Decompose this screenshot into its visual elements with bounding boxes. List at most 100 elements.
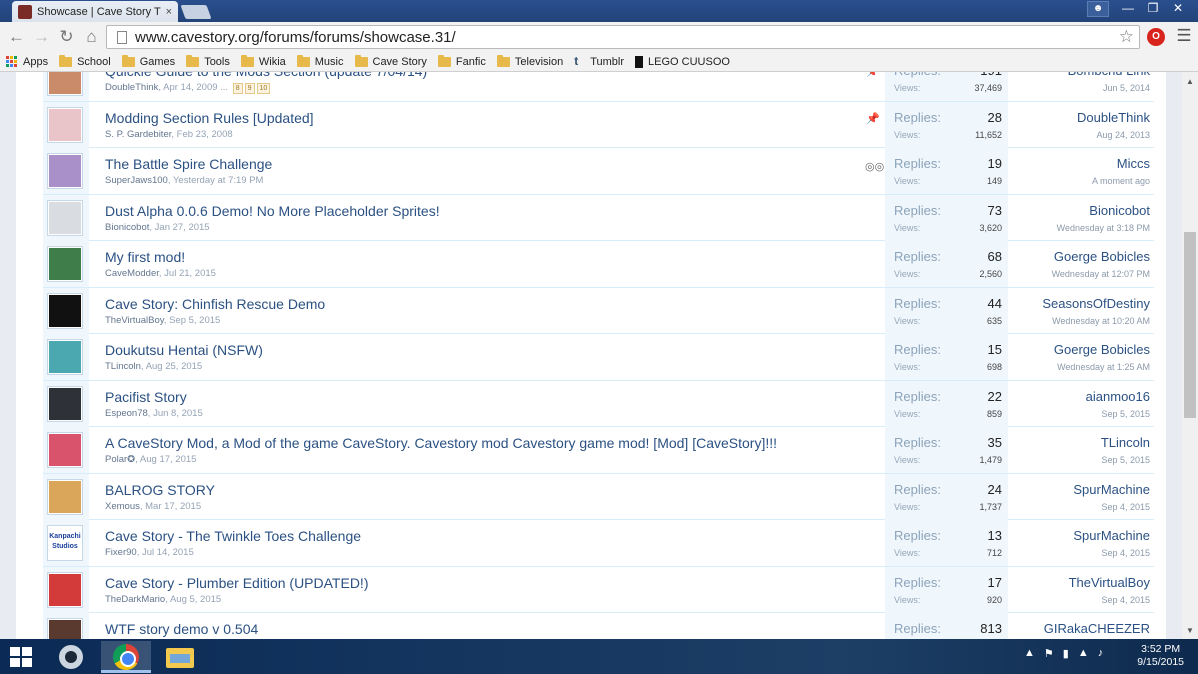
- last-post-date[interactable]: Sep 4, 2015: [1101, 502, 1150, 512]
- restore-icon[interactable]: ❐: [1141, 0, 1165, 18]
- thread-author[interactable]: Espeon78: [105, 408, 148, 419]
- taskbar-clock[interactable]: 3:52 PM 9/15/2015: [1137, 643, 1184, 669]
- bookmark-music[interactable]: Music: [296, 54, 344, 68]
- avatar[interactable]: [47, 571, 83, 608]
- close-window-icon[interactable]: ✕: [1166, 0, 1190, 18]
- avatar[interactable]: [47, 339, 83, 375]
- thread-row[interactable]: BALROG STORY Xemous, Mar 17, 2015 Replies:…: [43, 473, 1154, 520]
- last-post-date[interactable]: Sep 5, 2015: [1101, 409, 1150, 419]
- thread-start-date[interactable]: Feb 23, 2008: [177, 129, 233, 140]
- taskbar-chrome[interactable]: [101, 641, 151, 673]
- bookmark-star-icon[interactable]: ☆: [1119, 27, 1134, 47]
- last-post-user[interactable]: Goerge Bobicles: [1054, 342, 1150, 357]
- thread-title-link[interactable]: WTF story demo v 0.504: [105, 621, 258, 637]
- last-post-date[interactable]: Wednesday at 1:25 AM: [1057, 362, 1150, 372]
- thread-author[interactable]: TheDarkMario: [105, 594, 165, 605]
- page-link[interactable]: 8: [232, 83, 243, 94]
- avatar[interactable]: [47, 153, 83, 189]
- thread-title-link[interactable]: Quickie Guide to the Mods Section (updat…: [105, 72, 427, 79]
- last-post-user[interactable]: SeasonsOfDestiny: [1042, 296, 1150, 311]
- taskbar-file-explorer[interactable]: [157, 641, 201, 673]
- thread-start-date[interactable]: Jul 14, 2015: [142, 547, 194, 558]
- thread-start-date[interactable]: Aug 5, 2015: [170, 594, 221, 605]
- avatar[interactable]: Kanpachi Studios: [47, 525, 83, 561]
- bookmark-apps[interactable]: Apps: [6, 56, 48, 68]
- avatar[interactable]: [47, 246, 83, 282]
- last-post-date[interactable]: Wednesday at 12:07 PM: [1052, 269, 1150, 279]
- avatar[interactable]: [47, 199, 83, 236]
- thread-start-date[interactable]: Jan 27, 2015: [155, 222, 210, 233]
- thread-start-date[interactable]: Sep 5, 2015: [169, 315, 220, 326]
- thread-row[interactable]: Pacifist Story Espeon78, Jun 8, 2015 Repli…: [43, 380, 1154, 427]
- thread-author[interactable]: Bionicobot: [105, 222, 149, 233]
- last-post-date[interactable]: Sep 5, 2015: [1101, 455, 1150, 465]
- thread-author[interactable]: TLincoln: [105, 361, 141, 372]
- thread-author[interactable]: DoubleThink: [105, 82, 158, 93]
- avatar[interactable]: [47, 478, 83, 515]
- thread-start-date[interactable]: Jul 21, 2015: [164, 268, 216, 279]
- last-post-user[interactable]: Miccs: [1117, 156, 1150, 171]
- thread-title-link[interactable]: The Battle Spire Challenge: [105, 156, 272, 172]
- reload-icon[interactable]: ↻: [54, 25, 79, 49]
- bookmark-wikia[interactable]: Wikia: [240, 54, 286, 68]
- thread-start-date[interactable]: Jun 8, 2015: [153, 408, 203, 419]
- thread-start-date[interactable]: Aug 17, 2015: [140, 454, 197, 465]
- page-link[interactable]: 9: [244, 83, 255, 94]
- new-tab-button[interactable]: [180, 5, 212, 19]
- thread-title-link[interactable]: Doukutsu Hentai (NSFW): [105, 342, 263, 358]
- thread-author[interactable]: Xemous: [105, 501, 140, 512]
- thread-title-link[interactable]: Cave Story: Chinfish Rescue Demo: [105, 296, 325, 312]
- last-post-date[interactable]: Aug 24, 2013: [1096, 130, 1150, 140]
- bookmark-tumblr[interactable]: t Tumblr: [574, 55, 624, 68]
- thread-row[interactable]: A CaveStory Mod, a Mod of the game CaveS…: [43, 427, 1154, 474]
- thread-title-link[interactable]: Modding Section Rules [Updated]: [105, 110, 314, 126]
- thread-row[interactable]: The Battle Spire Challenge SuperJaws100, …: [43, 148, 1154, 195]
- thread-row[interactable]: Cave Story: Chinfish Rescue Demo TheVirtu…: [43, 287, 1154, 334]
- thread-title-link[interactable]: Cave Story - The Twinkle Toes Challenge: [105, 528, 361, 544]
- show-hidden-icons-icon[interactable]: ▲: [1024, 647, 1035, 660]
- thread-title-link[interactable]: My first mod!: [105, 249, 185, 265]
- last-post-user[interactable]: SpurMachine: [1073, 528, 1150, 543]
- last-post-user[interactable]: Bombchu Link: [1068, 72, 1150, 78]
- bookmark-school[interactable]: School: [59, 54, 111, 68]
- thread-row[interactable]: Cave Story - Plumber Edition (UPDATED!) T…: [43, 566, 1154, 613]
- thread-title-link[interactable]: Cave Story - Plumber Edition (UPDATED!): [105, 575, 368, 591]
- thread-title-link[interactable]: Pacifist Story: [105, 389, 187, 405]
- menu-icon[interactable]: ☰: [1174, 26, 1194, 46]
- page-scrollbar[interactable]: ▲ ▼: [1182, 72, 1198, 639]
- scroll-up-icon[interactable]: ▲: [1182, 75, 1198, 89]
- thread-start-date[interactable]: Aug 25, 2015: [146, 361, 203, 372]
- last-post-user[interactable]: Bionicobot: [1089, 203, 1150, 218]
- last-post-user[interactable]: DoubleThink: [1077, 110, 1150, 125]
- action-center-flag-icon[interactable]: ⚑: [1044, 647, 1054, 660]
- thread-row[interactable]: WTF story demo v 0.504Replies:813Views:G…: [43, 613, 1154, 639]
- avatar[interactable]: [47, 72, 83, 96]
- last-post-date[interactable]: Wednesday at 10:20 AM: [1052, 316, 1150, 326]
- thread-title-link[interactable]: Dust Alpha 0.0.6 Demo! No More Placehold…: [105, 203, 440, 219]
- back-icon[interactable]: ←: [4, 25, 29, 49]
- thread-row[interactable]: Kanpachi Studios Cave Story - The Twinkle…: [43, 520, 1154, 567]
- user-profile-icon[interactable]: ☻: [1087, 1, 1109, 17]
- last-post-user[interactable]: SpurMachine: [1073, 482, 1150, 497]
- avatar[interactable]: [47, 432, 83, 468]
- address-bar[interactable]: www.cavestory.org/forums/forums/showcase…: [106, 25, 1140, 49]
- thread-author[interactable]: CaveModder: [105, 268, 159, 279]
- thread-row[interactable]: Doukutsu Hentai (NSFW) TLincoln, Aug 25, …: [43, 334, 1154, 381]
- bookmark-games[interactable]: Games: [121, 54, 175, 68]
- thread-row[interactable]: Quickie Guide to the Mods Section (updat…: [43, 72, 1154, 102]
- bookmark-television[interactable]: Television: [496, 54, 563, 68]
- thread-start-date[interactable]: Yesterday at 7:19 PM: [173, 175, 263, 186]
- thread-row[interactable]: Modding Section Rules [Updated] S. P. Gar…: [43, 101, 1154, 148]
- thread-author[interactable]: Fixer90: [105, 547, 137, 558]
- forward-icon[interactable]: →: [29, 25, 54, 49]
- bookmark-cave-story[interactable]: Cave Story: [354, 54, 427, 68]
- scroll-thumb[interactable]: [1184, 232, 1196, 418]
- avatar[interactable]: [47, 385, 83, 422]
- last-post-date[interactable]: Sep 4, 2015: [1101, 548, 1150, 558]
- thread-title-link[interactable]: A CaveStory Mod, a Mod of the game CaveS…: [105, 435, 777, 451]
- thread-author[interactable]: SuperJaws100: [105, 175, 168, 186]
- volume-icon[interactable]: ♪: [1098, 647, 1104, 660]
- thread-start-date[interactable]: Apr 14, 2009: [163, 82, 217, 93]
- home-icon[interactable]: ⌂: [79, 25, 104, 49]
- last-post-user[interactable]: TheVirtualBoy: [1069, 575, 1150, 590]
